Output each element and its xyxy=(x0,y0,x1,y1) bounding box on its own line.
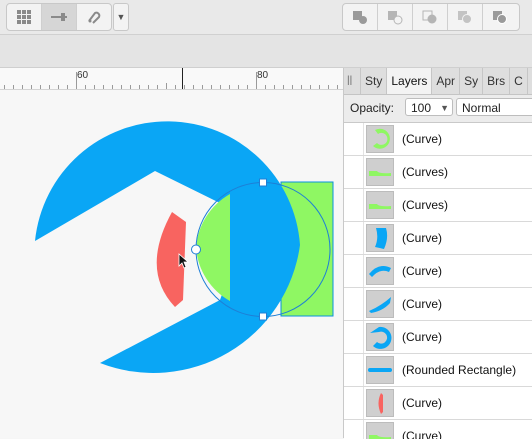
layer-thumbnail xyxy=(366,422,394,439)
layer-gutter[interactable] xyxy=(344,288,364,320)
layer-thumbnail xyxy=(366,290,394,318)
layer-gutter[interactable] xyxy=(344,420,364,439)
layer-gutter[interactable] xyxy=(344,222,364,254)
layer-gutter[interactable] xyxy=(344,123,364,155)
design-canvas[interactable] xyxy=(0,90,343,438)
toolbar: ▼ xyxy=(0,0,532,35)
green-half-circle-shape[interactable] xyxy=(196,194,230,301)
layer-name: (Curve) xyxy=(402,132,443,146)
layer-row[interactable]: (Curve) xyxy=(344,222,532,255)
layer-gutter[interactable] xyxy=(344,156,364,188)
layer-name: (Curve) xyxy=(402,264,443,278)
layer-thumbnail xyxy=(366,191,394,219)
ruler-label-80: 80 xyxy=(257,70,269,81)
chevron-down-icon: ▼ xyxy=(116,12,126,22)
opacity-label: Opacity: xyxy=(350,101,395,115)
canvas-artwork xyxy=(35,121,334,373)
layer-row[interactable]: (Curve) xyxy=(344,123,532,156)
layer-name: (Curve) xyxy=(402,396,443,410)
layer-name: (Curves) xyxy=(402,198,449,212)
layer-row[interactable]: (Curve) xyxy=(344,420,532,439)
layer-gutter[interactable] xyxy=(344,387,364,419)
layer-row[interactable]: (Curve) xyxy=(344,387,532,420)
layer-thumbnail xyxy=(366,356,394,384)
ruler-label-60: 60 xyxy=(77,70,89,81)
selection-handle-top[interactable] xyxy=(259,178,267,187)
layer-row[interactable]: (Curves) xyxy=(344,156,532,189)
layer-name: (Rounded Rectangle) xyxy=(402,363,517,377)
tab-layers[interactable]: Layers xyxy=(387,68,433,94)
tab-color[interactable]: C xyxy=(510,68,528,94)
layer-row[interactable]: (Curve) xyxy=(344,255,532,288)
magnet-snapping-icon[interactable] xyxy=(77,4,111,30)
layer-thumbnail xyxy=(366,389,394,417)
context-toolbar xyxy=(0,35,532,68)
panel-tabs: || Sty Layers Apr Sy Brs C xyxy=(344,68,532,95)
layer-gutter[interactable] xyxy=(344,321,364,353)
snapping-controls xyxy=(6,3,112,31)
opacity-row: Opacity: 100 ▼ Normal xyxy=(344,95,532,121)
layers-panel: || Sty Layers Apr Sy Brs C Opacity: 100 … xyxy=(343,68,532,439)
layers-list: (Curve) (Curves) (Curves) (Curve) (Curve… xyxy=(344,122,532,439)
layer-thumbnail xyxy=(366,323,394,351)
panel-grip-icon[interactable]: || xyxy=(344,68,361,94)
add-shape-icon[interactable] xyxy=(343,4,378,30)
layer-gutter[interactable] xyxy=(344,354,364,386)
layer-gutter[interactable] xyxy=(344,189,364,221)
layer-row[interactable]: (Curves) xyxy=(344,189,532,222)
chevron-down-icon: ▼ xyxy=(440,103,449,113)
selection-handle-bottom[interactable] xyxy=(259,312,267,321)
layer-thumbnail xyxy=(366,224,394,252)
layer-name: (Curve) xyxy=(402,330,443,344)
boolean-operations xyxy=(342,3,520,31)
snap-align-icon[interactable] xyxy=(42,4,77,30)
horizontal-ruler: 60 80 xyxy=(0,68,343,90)
layer-name: (Curve) xyxy=(402,297,443,311)
snapping-dropdown[interactable]: ▼ xyxy=(113,3,129,31)
intersect-shape-icon[interactable] xyxy=(413,4,448,30)
blend-mode-value: Normal xyxy=(462,101,501,115)
selection-handle-left[interactable] xyxy=(191,244,201,255)
tab-appearance[interactable]: Apr xyxy=(432,68,461,94)
divide-shape-icon[interactable] xyxy=(483,4,517,30)
layer-row[interactable]: (Rounded Rectangle) xyxy=(344,354,532,387)
opacity-value: 100 xyxy=(411,101,432,115)
ruler-ticks xyxy=(4,68,338,89)
tab-styles[interactable]: Sty xyxy=(361,68,388,94)
layer-row[interactable]: (Curve) xyxy=(344,288,532,321)
tab-symbols[interactable]: Sy xyxy=(460,68,484,94)
layer-thumbnail xyxy=(366,125,394,153)
layer-thumbnail xyxy=(366,257,394,285)
layer-name: (Curve) xyxy=(402,231,443,245)
grid-icon[interactable] xyxy=(7,4,42,30)
xor-shape-icon[interactable] xyxy=(448,4,483,30)
blend-mode-select[interactable]: Normal xyxy=(456,98,532,116)
subtract-shape-icon[interactable] xyxy=(378,4,413,30)
layer-gutter[interactable] xyxy=(344,255,364,287)
layer-name: (Curves) xyxy=(402,165,449,179)
layer-row[interactable]: (Curve) xyxy=(344,321,532,354)
opacity-select[interactable]: 100 ▼ xyxy=(405,98,453,116)
layer-thumbnail xyxy=(366,158,394,186)
tab-brushes[interactable]: Brs xyxy=(483,68,511,94)
